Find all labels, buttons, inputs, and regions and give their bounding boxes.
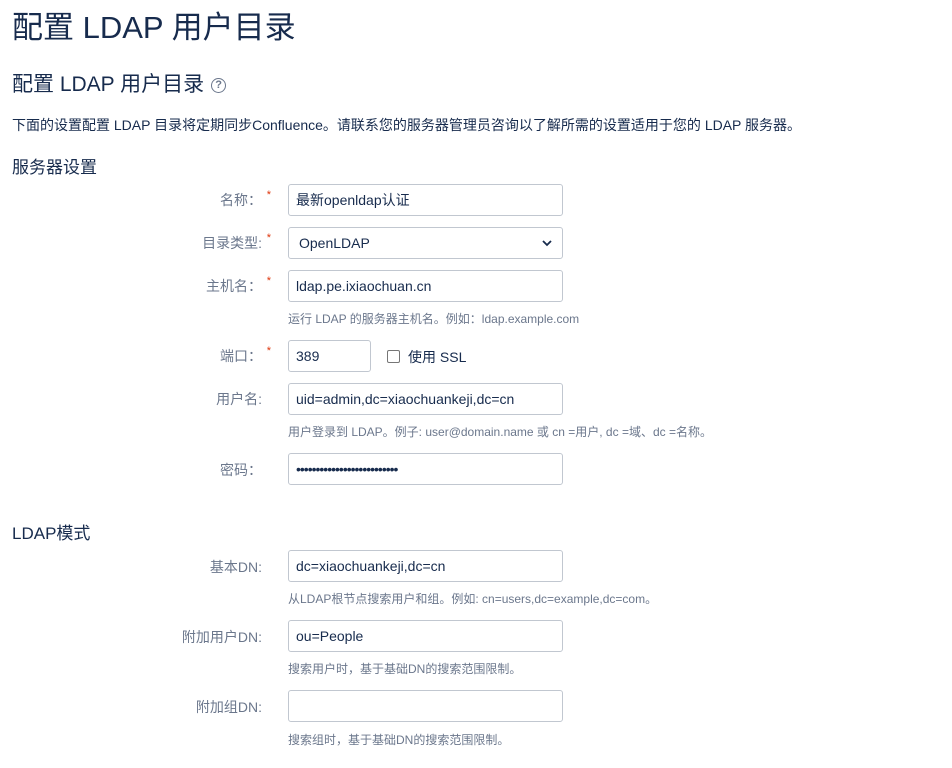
password-input[interactable]: •••••••••••••••••••••••••• bbox=[288, 453, 563, 485]
use-ssl-label[interactable]: 使用 SSL bbox=[408, 347, 466, 367]
directory-type-label: 目录类型: * bbox=[0, 232, 271, 253]
additional-user-dn-label: 附加用户DN: bbox=[0, 627, 262, 647]
base-dn-description: 从LDAP根节点搜索用户和组。例如: cn=users,dc=example,d… bbox=[288, 592, 658, 606]
question-circle-icon[interactable]: ? bbox=[211, 77, 227, 93]
form-title: 配置 LDAP 用户目录 ? bbox=[12, 71, 227, 99]
hostname-input[interactable]: ldap.pe.ixiaochuan.cn bbox=[288, 270, 563, 302]
additional-user-dn-input[interactable]: ou=People bbox=[288, 620, 563, 652]
base-dn-input[interactable]: dc=xiaochuankeji,dc=cn bbox=[288, 550, 563, 582]
ldap-config-page: 配置 LDAP 用户目录 配置 LDAP 用户目录 ? 下面的设置配置 LDAP… bbox=[0, 0, 952, 768]
username-label: 用户名: bbox=[0, 389, 262, 409]
hostname-description: 运行 LDAP 的服务器主机名。例如：ldap.example.com bbox=[288, 312, 580, 326]
server-settings-heading: 服务器设置 bbox=[12, 158, 97, 177]
required-marker: * bbox=[266, 275, 271, 287]
required-marker: * bbox=[266, 345, 271, 357]
base-dn-label-text: 基本DN: bbox=[209, 559, 262, 575]
port-label: 端口： * bbox=[0, 345, 271, 366]
username-input[interactable]: uid=admin,dc=xiaochuankeji,dc=cn bbox=[288, 383, 563, 415]
password-label-text: 密码： bbox=[220, 462, 262, 478]
page-title: 配置 LDAP 用户目录 bbox=[12, 10, 296, 45]
chevron-down-icon bbox=[542, 240, 552, 247]
hostname-label: 主机名： * bbox=[0, 275, 271, 296]
intro-text: 下面的设置配置 LDAP 目录将定期同步Confluence。请联系您的服务器管… bbox=[12, 117, 802, 133]
base-dn-label: 基本DN: bbox=[0, 557, 262, 577]
additional-user-dn-label-text: 附加用户DN: bbox=[181, 629, 262, 645]
additional-user-dn-description: 搜索用户时，基于基础DN的搜索范围限制。 bbox=[288, 662, 522, 676]
directory-type-label-text: 目录类型: bbox=[202, 235, 262, 251]
additional-group-dn-input[interactable] bbox=[288, 690, 563, 722]
name-label-text: 名称： bbox=[220, 192, 262, 208]
port-label-text: 端口： bbox=[220, 348, 262, 364]
required-marker: * bbox=[266, 232, 271, 244]
password-label: 密码： bbox=[0, 460, 262, 480]
name-input[interactable]: 最新openldap认证 bbox=[288, 184, 563, 216]
additional-group-dn-description: 搜索组时，基于基础DN的搜索范围限制。 bbox=[288, 733, 510, 747]
additional-group-dn-label-text: 附加组DN: bbox=[195, 699, 262, 715]
directory-type-value: OpenLDAP bbox=[299, 235, 370, 251]
form-title-text: 配置 LDAP 用户目录 bbox=[12, 73, 205, 96]
username-description: 用户登录到 LDAP。例子: user@domain.name 或 cn =用户… bbox=[288, 425, 712, 439]
directory-type-select[interactable]: OpenLDAP bbox=[288, 227, 563, 259]
username-label-text: 用户名: bbox=[216, 391, 262, 407]
additional-group-dn-label: 附加组DN: bbox=[0, 697, 262, 717]
port-input[interactable]: 389 bbox=[288, 340, 371, 372]
required-marker: * bbox=[266, 189, 271, 201]
ldap-schema-heading: LDAP模式 bbox=[12, 524, 91, 543]
hostname-label-text: 主机名： bbox=[206, 278, 262, 294]
use-ssl-checkbox[interactable] bbox=[387, 350, 400, 363]
name-label: 名称： * bbox=[0, 189, 271, 210]
